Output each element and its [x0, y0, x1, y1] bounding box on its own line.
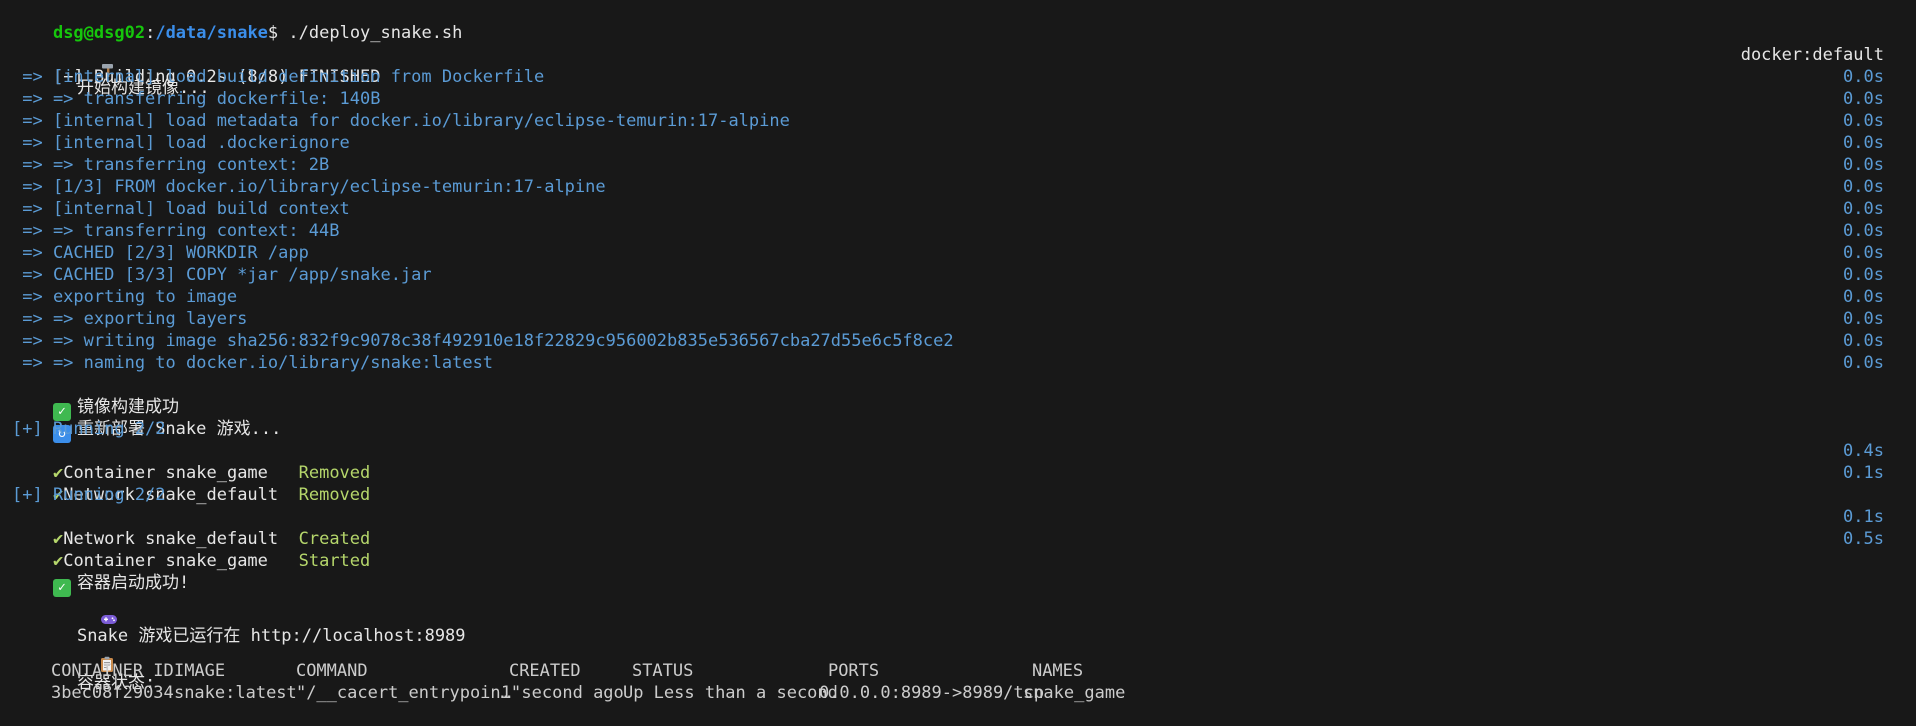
- ps-cell-created: 1 second ago: [500, 683, 624, 703]
- running-item-time: 0.5s: [1843, 529, 1884, 549]
- build-step-text: => [internal] load build context: [12, 199, 350, 219]
- build-step: => exporting to image 0.0s: [12, 286, 1916, 308]
- build-step-text: => => transferring dockerfile: 140B: [12, 89, 381, 109]
- build-step-text: => => transferring context: 2B: [12, 155, 330, 175]
- running-item: ✔Network snake_default Created 0.1s: [12, 506, 1916, 549]
- running-item: ✔Container snake_game Removed 0.4s: [12, 440, 1916, 483]
- build-step-text: => CACHED [3/3] COPY *jar /app/snake.jar: [12, 265, 432, 285]
- build-step-time: 0.0s: [1843, 111, 1884, 131]
- running-item-time: 0.1s: [1843, 463, 1884, 483]
- build-step: => [internal] load metadata for docker.i…: [12, 110, 1916, 132]
- running-item: ✔Container snake_game Started 0.5s: [12, 528, 1916, 571]
- build-success-message: ✓ 镜像构建成功: [12, 374, 1916, 421]
- build-step-time: 0.0s: [1843, 177, 1884, 197]
- build-step: => [internal] load build definition from…: [12, 66, 1916, 88]
- build-step: => => writing image sha256:832f9c9078c38…: [12, 330, 1916, 352]
- build-step: => [1/3] FROM docker.io/library/eclipse-…: [12, 176, 1916, 198]
- running-item: ✔Network snake_default Removed 0.1s: [12, 462, 1916, 505]
- build-step-time: 0.0s: [1843, 331, 1884, 351]
- build-step-text: => [internal] load build definition from…: [12, 67, 545, 87]
- build-step: => => exporting layers 0.0s: [12, 308, 1916, 330]
- build-step-time: 0.0s: [1843, 353, 1884, 373]
- build-steps-list: => [internal] load build definition from…: [12, 66, 1916, 374]
- build-step-text: => => writing image sha256:832f9c9078c38…: [12, 331, 954, 351]
- ps-table-row: 3bec08f29034snake:latest"/__cacert_entry…: [10, 660, 1916, 703]
- terminal-window[interactable]: dsg@dsg02:/data/snake$ ./deploy_snake.sh…: [0, 0, 1916, 703]
- build-step: => => transferring context: 2B 0.0s: [12, 154, 1916, 176]
- build-step-time: 0.0s: [1843, 287, 1884, 307]
- ps-cell-container-id: 3bec08f29034: [50, 683, 174, 703]
- build-header: [+] Building 0.2s (8/8) FINISHED docker:…: [12, 44, 1916, 87]
- build-step-time: 0.0s: [1843, 133, 1884, 153]
- build-step-time: 0.0s: [1843, 221, 1884, 241]
- build-step-text: => [internal] load .dockerignore: [12, 133, 350, 153]
- build-step-time: 0.0s: [1843, 243, 1884, 263]
- build-start-message: 开始构建镜像...: [12, 22, 1916, 98]
- build-step-time: 0.0s: [1843, 67, 1884, 87]
- build-step: => CACHED [2/3] WORKDIR /app 0.0s: [12, 242, 1916, 264]
- build-step-text: => => exporting layers: [12, 309, 248, 329]
- ps-cell-status: Up Less than a second: [622, 683, 838, 703]
- game-controller-icon: [53, 594, 117, 624]
- prompt-line: dsg@dsg02:/data/snake$ ./deploy_snake.sh: [52, 23, 463, 43]
- running-item-time: 0.1s: [1843, 507, 1884, 527]
- ps-cell-command: "/__cacert_entrypoin…": [295, 683, 522, 703]
- running-header-text: [+] Running 2/2: [12, 419, 166, 439]
- ps-table-header: CONTAINER IDIMAGE COMMAND CREATED STATUS POR…: [10, 638, 1916, 681]
- ps-cell-names: snake_game: [1022, 683, 1126, 703]
- ps-cell-image: snake:latest: [173, 683, 297, 703]
- build-step-text: => [1/3] FROM docker.io/library/eclipse-…: [12, 177, 606, 197]
- build-step: => [internal] load .dockerignore 0.0s: [12, 132, 1916, 154]
- running-at-message: Snake 游戏已运行在 http://localhost:8989: [12, 572, 1916, 646]
- build-step-text: => => naming to docker.io/library/snake:…: [12, 353, 494, 373]
- build-step-text: => exporting to image: [12, 287, 238, 307]
- running-header: [+] Running 2/2: [12, 418, 1916, 440]
- build-step-time: 0.0s: [1843, 155, 1884, 175]
- container-started-message: ✓ 容器启动成功!: [12, 550, 1916, 597]
- build-step-text: => CACHED [2/3] WORKDIR /app: [12, 243, 309, 263]
- build-step-time: 0.0s: [1843, 265, 1884, 285]
- ps-cell-ports: 0.0.0.0:8989->8989/tcp: [818, 683, 1045, 703]
- build-step-time: 0.0s: [1843, 199, 1884, 219]
- running-item-time: 0.4s: [1843, 441, 1884, 461]
- build-context-label: docker:default: [1740, 45, 1884, 65]
- build-step-text: => => transferring context: 44B: [12, 221, 340, 241]
- build-step: => => transferring context: 44B 0.0s: [12, 220, 1916, 242]
- container-status-label: 容器状态:: [12, 616, 1916, 693]
- build-step: => => naming to docker.io/library/snake:…: [12, 352, 1916, 374]
- running-header: [+] Running 2/2: [12, 484, 1916, 506]
- build-step: => CACHED [3/3] COPY *jar /app/snake.jar…: [12, 264, 1916, 286]
- build-step: => => transferring dockerfile: 140B 0.0s: [12, 88, 1916, 110]
- running-header-text: [+] Running 2/2: [12, 485, 166, 505]
- build-step-time: 0.0s: [1843, 89, 1884, 109]
- build-step-text: => [internal] load metadata for docker.i…: [12, 111, 790, 131]
- build-step-time: 0.0s: [1843, 309, 1884, 329]
- build-step: => [internal] load build context 0.0s: [12, 198, 1916, 220]
- redeploy-message: ↻ 重新部署 Snake 游戏...: [12, 396, 1916, 443]
